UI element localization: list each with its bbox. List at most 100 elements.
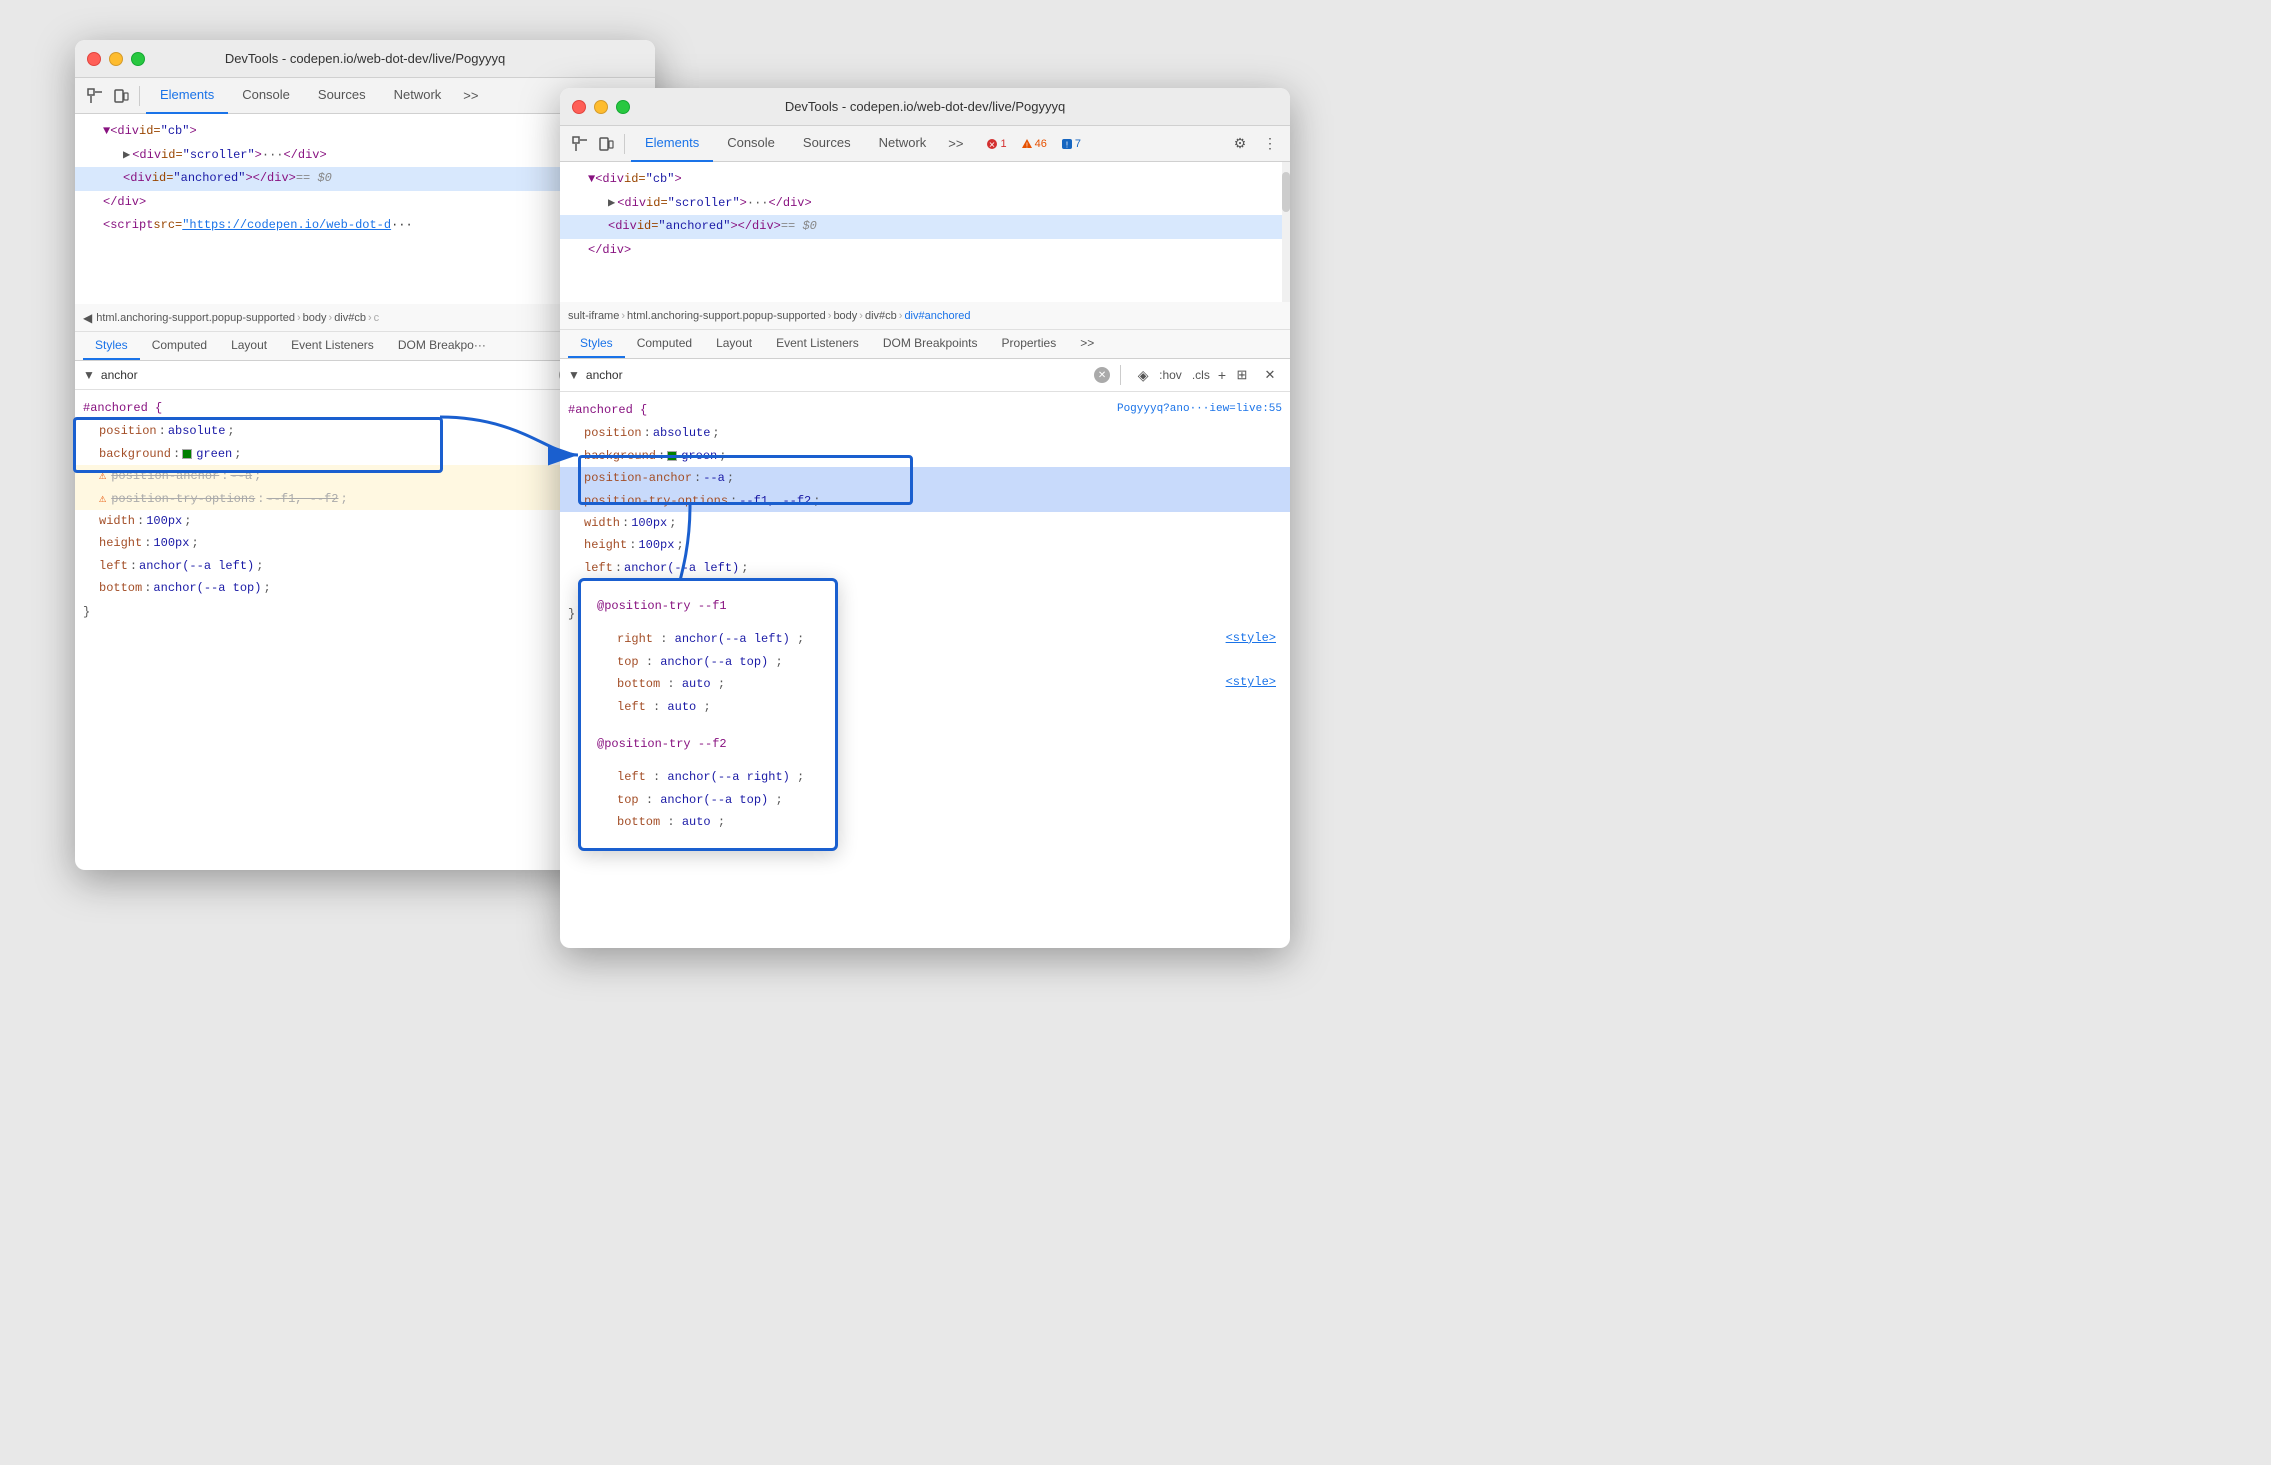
svg-text:!: ! bbox=[1026, 142, 1028, 149]
breadcrumb-item[interactable]: div#cb bbox=[334, 312, 366, 324]
panel-tab-computed-2[interactable]: Computed bbox=[625, 330, 704, 358]
html-line[interactable]: ▶ <div id="scroller"> ··· </div> bbox=[560, 192, 1290, 216]
maximize-button[interactable] bbox=[131, 52, 145, 66]
info-badge: ! 7 bbox=[1056, 137, 1086, 151]
popup-header-f2: @position-try --f2 bbox=[597, 733, 819, 756]
clear-filter-button-2[interactable]: ✕ bbox=[1094, 367, 1110, 383]
panel-tab-properties-2[interactable]: Properties bbox=[990, 330, 1069, 358]
tab-elements-1[interactable]: Elements bbox=[146, 78, 228, 114]
html-lines-2: ▼<div id="cb"> ▶ <div id="scroller"> ···… bbox=[560, 162, 1290, 268]
css-property[interactable]: height : 100px ; bbox=[560, 534, 1290, 556]
tab-console-1[interactable]: Console bbox=[228, 78, 304, 114]
badge-container-2: ✕ 1 ! 46 ! 7 bbox=[981, 137, 1086, 151]
traffic-lights-1[interactable] bbox=[87, 52, 145, 66]
toolbar-2: Elements Console Sources Network >> ✕ 1 … bbox=[560, 126, 1290, 162]
panel-tab-dom-1[interactable]: DOM Breakpo··· bbox=[386, 332, 498, 360]
panel-tabs-2: Styles Computed Layout Event Listeners D… bbox=[560, 330, 1290, 359]
css-property[interactable]: width : 100px ; bbox=[560, 512, 1290, 534]
breadcrumb-item[interactable]: body bbox=[303, 312, 327, 324]
close-panel-icon[interactable]: ✕ bbox=[1258, 363, 1282, 387]
popup-property: right : anchor(--a left) ; bbox=[597, 628, 819, 651]
panel-tab-styles-1[interactable]: Styles bbox=[83, 332, 140, 360]
filter-input-2[interactable] bbox=[586, 368, 1088, 382]
tab-sources-1[interactable]: Sources bbox=[304, 78, 380, 114]
tab-elements-2[interactable]: Elements bbox=[631, 126, 713, 162]
warning-icon: ⚠ bbox=[99, 489, 106, 509]
tab-bar-1: Elements Console Sources Network >> bbox=[146, 78, 486, 114]
scrollbar-track[interactable] bbox=[1282, 162, 1290, 302]
titlebar-1: DevTools - codepen.io/web-dot-dev/live/P… bbox=[75, 40, 655, 78]
inspect-icon[interactable] bbox=[83, 84, 107, 108]
tab-network-1[interactable]: Network bbox=[380, 78, 456, 114]
tab-bar-2: Elements Console Sources Network >> bbox=[631, 126, 971, 162]
popup-property: bottom : auto ; bbox=[597, 811, 819, 834]
settings-icon[interactable]: ⚙ bbox=[1228, 132, 1252, 156]
layer-icon[interactable]: ◈ bbox=[1131, 363, 1155, 387]
scrollbar-thumb[interactable] bbox=[1282, 172, 1290, 212]
panel-tab-layout-2[interactable]: Layout bbox=[704, 330, 764, 358]
panel-tab-events-1[interactable]: Event Listeners bbox=[279, 332, 386, 360]
window-title-1: DevTools - codepen.io/web-dot-dev/live/P… bbox=[225, 51, 505, 66]
svg-text:✕: ✕ bbox=[989, 140, 996, 149]
html-line[interactable]: ▼<div id="cb"> bbox=[560, 168, 1290, 192]
traffic-lights-2[interactable] bbox=[572, 100, 630, 114]
more-tabs-1[interactable]: >> bbox=[455, 78, 486, 114]
popup-property: left : auto ; bbox=[597, 696, 819, 719]
breadcrumb-item[interactable]: html.anchoring-support.popup-supported bbox=[627, 310, 826, 322]
css-property[interactable]: position : absolute ; bbox=[560, 422, 1290, 444]
device-icon[interactable] bbox=[109, 84, 133, 108]
styles-filter-bar-2: ▼ ✕ ◈ :hov .cls + ⊞ ✕ bbox=[560, 359, 1290, 392]
titlebar-2: DevTools - codepen.io/web-dot-dev/live/P… bbox=[560, 88, 1290, 126]
warning-badge: ! 46 bbox=[1016, 137, 1052, 151]
css-property[interactable]: left : anchor(--a left) ; bbox=[560, 557, 1290, 579]
filter-icon-1: ▼ bbox=[83, 368, 95, 382]
popup-property: top : anchor(--a top) ; bbox=[597, 651, 819, 674]
error-badge: ✕ 1 bbox=[981, 137, 1011, 151]
panel-tab-styles-2[interactable]: Styles bbox=[568, 330, 625, 358]
breadcrumb-item[interactable]: body bbox=[833, 310, 857, 322]
popup-property: top : anchor(--a top) ; bbox=[597, 789, 819, 812]
breadcrumb-item[interactable]: div#cb bbox=[865, 310, 897, 322]
html-line[interactable]: </div> bbox=[560, 239, 1290, 263]
breadcrumb-active[interactable]: div#anchored bbox=[904, 310, 970, 322]
inspect-icon-2[interactable] bbox=[568, 132, 592, 156]
warning-icon: ⚠ bbox=[99, 466, 106, 486]
popup-header-f1: @position-try --f1 bbox=[597, 595, 819, 618]
filter-btn-hov-2[interactable]: :hov bbox=[1159, 368, 1182, 382]
css-property-highlighted[interactable]: position-anchor : --a ; bbox=[560, 467, 1290, 489]
breadcrumb-2: sult-iframe › html.anchoring-support.pop… bbox=[560, 302, 1290, 330]
position-try-popup: @position-try --f1 right : anchor(--a le… bbox=[578, 578, 838, 851]
html-line-selected[interactable]: <div id="anchored"></div> == $0 bbox=[560, 215, 1290, 239]
panel-tab-events-2[interactable]: Event Listeners bbox=[764, 330, 871, 358]
more-tabs-2[interactable]: >> bbox=[940, 126, 971, 162]
filter-input-1[interactable] bbox=[101, 368, 553, 382]
svg-text:!: ! bbox=[1066, 140, 1068, 149]
tab-sources-2[interactable]: Sources bbox=[789, 126, 865, 162]
panel-tab-dom-2[interactable]: DOM Breakpoints bbox=[871, 330, 990, 358]
panel-tab-more-2[interactable]: >> bbox=[1068, 330, 1106, 358]
css-property-highlighted[interactable]: position-try-options : --f1, --f2 ; bbox=[560, 490, 1290, 512]
panel-tab-layout-1[interactable]: Layout bbox=[219, 332, 279, 360]
popup-property: bottom : auto ; bbox=[597, 673, 819, 696]
filter-icon-2: ▼ bbox=[568, 368, 580, 382]
minimize-button[interactable] bbox=[109, 52, 123, 66]
panel-tab-computed-1[interactable]: Computed bbox=[140, 332, 219, 360]
devtools-window-2[interactable]: DevTools - codepen.io/web-dot-dev/live/P… bbox=[560, 88, 1290, 948]
breadcrumb-item[interactable]: html.anchoring-support.popup-supported bbox=[96, 312, 295, 324]
filter-buttons-2: ◈ :hov .cls + ⊞ ✕ bbox=[1131, 363, 1282, 387]
dock-icon[interactable]: ⊞ bbox=[1230, 363, 1254, 387]
rule-selector-2[interactable]: #anchored { Pogyyyq?ano···iew=live:55 bbox=[560, 398, 1290, 422]
device-icon-2[interactable] bbox=[594, 132, 618, 156]
css-property[interactable]: background : green ; bbox=[560, 445, 1290, 467]
toolbar-separator bbox=[139, 86, 140, 106]
tab-console-2[interactable]: Console bbox=[713, 126, 789, 162]
minimize-button-2[interactable] bbox=[594, 100, 608, 114]
tab-network-2[interactable]: Network bbox=[865, 126, 941, 162]
close-button[interactable] bbox=[87, 52, 101, 66]
maximize-button-2[interactable] bbox=[616, 100, 630, 114]
menu-icon[interactable]: ⋮ bbox=[1258, 132, 1282, 156]
filter-btn-plus[interactable]: + bbox=[1218, 367, 1226, 383]
breadcrumb-item[interactable]: sult-iframe bbox=[568, 310, 619, 322]
filter-btn-cls-2[interactable]: .cls bbox=[1192, 368, 1210, 382]
close-button-2[interactable] bbox=[572, 100, 586, 114]
